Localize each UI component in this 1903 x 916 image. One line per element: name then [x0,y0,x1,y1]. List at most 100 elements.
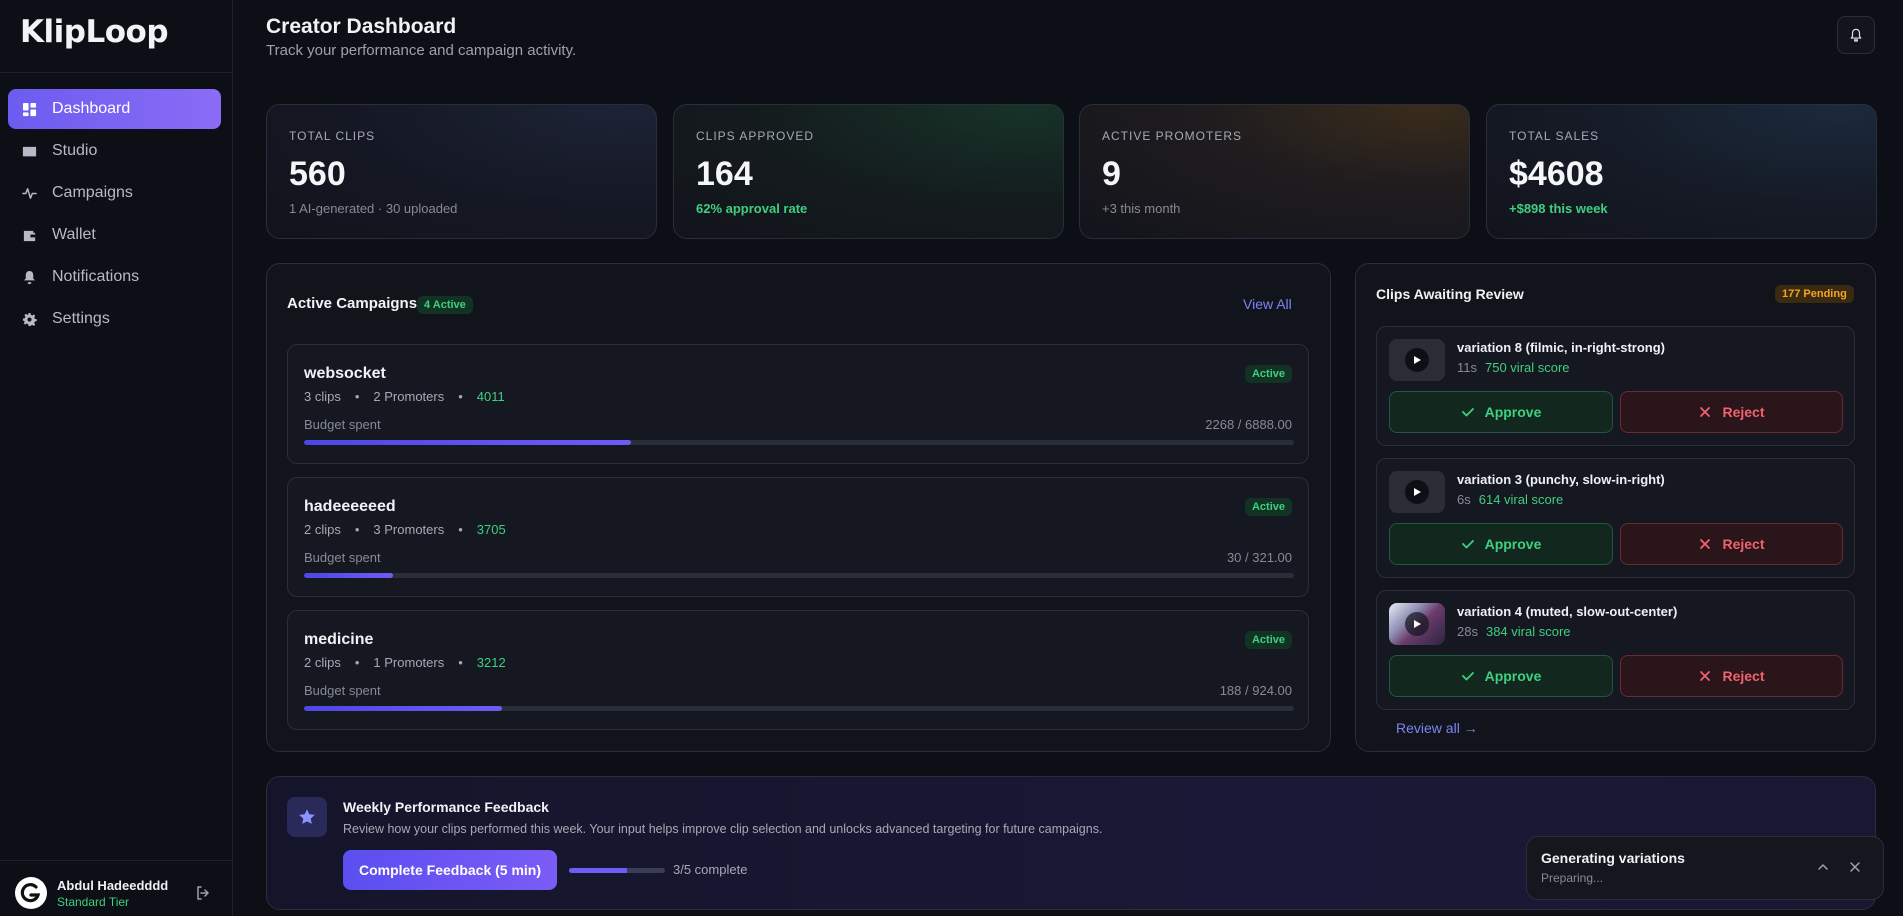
campaign-clips: 3 clips [304,389,341,404]
campaign-promoters: 2 Promoters [373,389,445,404]
check-icon [1461,540,1474,549]
campaign-meta: 3 clips • 2 Promoters • 4011 [304,389,505,404]
feedback-text: Review how your clips performed this wee… [343,822,1103,836]
check-icon [1461,672,1474,681]
budget-progress-fill [304,706,502,711]
pending-count-badge: 177 Pending [1775,285,1854,303]
clip-review-card: variation 8 (filmic, in-right-strong) 11… [1376,326,1855,446]
campaign-meta: 2 clips • 1 Promoters • 3212 [304,655,506,670]
stat-value: 560 [289,155,346,193]
sidebar-item-notifications[interactable]: Notifications [8,257,221,297]
status-badge: Active [1244,631,1292,649]
approve-button[interactable]: Approve [1389,655,1613,697]
clip-duration: 28s [1457,624,1478,639]
reject-label: Reject [1722,404,1765,420]
clip-thumbnail[interactable] [1389,471,1445,513]
app-root: KlipLoop Dashboard Studio Campaigns Wall… [0,0,1903,916]
campaign-card[interactable]: websocket 3 clips • 2 Promoters • 4011 Act… [287,344,1309,464]
dashboard-icon [21,101,37,117]
sidebar-item-dashboard[interactable]: Dashboard [8,89,221,129]
clip-title: variation 4 (muted, slow-out-center) [1457,604,1678,619]
stat-sub: +3 this month [1102,201,1181,216]
campaign-name: websocket [304,365,386,382]
sidebar-item-campaigns[interactable]: Campaigns [8,173,221,213]
stat-value: 164 [696,155,753,193]
status-badge: Active [1244,365,1292,383]
budget-progress-bar [304,706,1294,711]
campaign-meta: 2 clips • 3 Promoters • 3705 [304,522,506,537]
approve-button[interactable]: Approve [1389,391,1613,433]
close-icon[interactable] [1847,859,1863,875]
check-icon [1461,408,1474,417]
clip-meta: 11s 750 viral score [1457,360,1570,375]
campaign-card[interactable]: medicine 2 clips • 1 Promoters • 3212 Acti… [287,610,1309,730]
sidebar: KlipLoop Dashboard Studio Campaigns Wall… [0,0,233,916]
budget-label: Budget spent [304,417,381,432]
feedback-title: Weekly Performance Feedback [343,799,549,815]
close-icon [1700,539,1711,549]
campaign-name: medicine [304,631,374,648]
approve-label: Approve [1484,536,1542,552]
gear-icon [21,311,37,327]
feedback-count: 3/5 complete [673,862,748,877]
clip-review-card: variation 3 (punchy, slow-in-right) 6s 61… [1376,458,1855,578]
campaign-number: 3705 [476,522,506,537]
approve-label: Approve [1484,668,1542,684]
clip-thumbnail[interactable] [1389,339,1445,381]
logout-icon[interactable] [195,885,211,901]
budget-value: 30 / 321.00 [1226,550,1292,565]
budget-label: Budget spent [304,683,381,698]
stat-card-clips-approved: CLIPS APPROVED 164 62% approval rate [673,104,1064,239]
sidebar-item-label: Campaigns [52,184,133,201]
stat-label: TOTAL CLIPS [289,129,376,143]
notifications-button[interactable] [1837,16,1875,54]
clip-review-card: variation 4 (muted, slow-out-center) 28s… [1376,590,1855,710]
wallet-icon [21,227,37,243]
feedback-progress-bar [569,868,665,873]
active-campaigns-panel: Active Campaigns 4 Active View All webso… [266,263,1331,752]
campaign-card[interactable]: hadeeeeeed 2 clips • 3 Promoters • 3705 Ac… [287,477,1309,597]
budget-progress-fill [304,440,631,445]
approve-button[interactable]: Approve [1389,523,1613,565]
sidebar-item-label: Studio [52,142,98,159]
stat-label: CLIPS APPROVED [696,129,815,143]
reject-button[interactable]: Reject [1620,523,1843,565]
active-count-badge: 4 Active [417,296,473,314]
campaign-clips: 2 clips [304,655,341,670]
user-tier: Standard Tier [57,895,130,909]
reject-button[interactable]: Reject [1620,391,1843,433]
budget-value: 188 / 924.00 [1219,683,1292,698]
review-all-link[interactable]: Review all → [1396,720,1478,736]
app-logo[interactable]: KlipLoop [20,14,169,50]
toast-status: Preparing... [1541,871,1604,885]
clip-title: variation 8 (filmic, in-right-strong) [1457,340,1666,355]
stat-card-total-sales: TOTAL SALES $4608 +$898 this week [1486,104,1877,239]
activity-icon [21,185,37,201]
sidebar-item-studio[interactable]: Studio [8,131,221,171]
sidebar-divider [0,72,233,73]
reject-button[interactable]: Reject [1620,655,1843,697]
clip-thumbnail[interactable] [1389,603,1445,645]
clip-title: variation 3 (punchy, slow-in-right) [1457,472,1665,487]
bell-icon [21,269,37,285]
sidebar-item-label: Wallet [52,226,96,243]
sidebar-item-wallet[interactable]: Wallet [8,215,221,255]
sidebar-item-label: Dashboard [52,100,131,117]
campaign-clips: 2 clips [304,522,341,537]
reject-label: Reject [1722,536,1765,552]
star-icon [287,797,327,837]
stat-value: 9 [1102,155,1121,193]
stat-value: $4608 [1509,155,1604,193]
view-all-link[interactable]: View All [1243,296,1292,312]
viral-score: 384 viral score [1485,624,1571,639]
page-subtitle: Track your performance and campaign acti… [266,42,577,59]
chevron-up-icon[interactable] [1815,859,1831,875]
approve-label: Approve [1484,404,1542,420]
avatar[interactable] [15,877,47,909]
stat-sub: 62% approval rate [696,201,808,216]
complete-feedback-button[interactable]: Complete Feedback (5 min) [343,850,557,890]
stat-card-total-clips: TOTAL CLIPS 560 1 AI-generated · 30 uplo… [266,104,657,239]
sidebar-item-settings[interactable]: Settings [8,299,221,339]
stat-sub: +$898 this week [1509,201,1608,216]
clip-duration: 11s [1457,360,1477,375]
